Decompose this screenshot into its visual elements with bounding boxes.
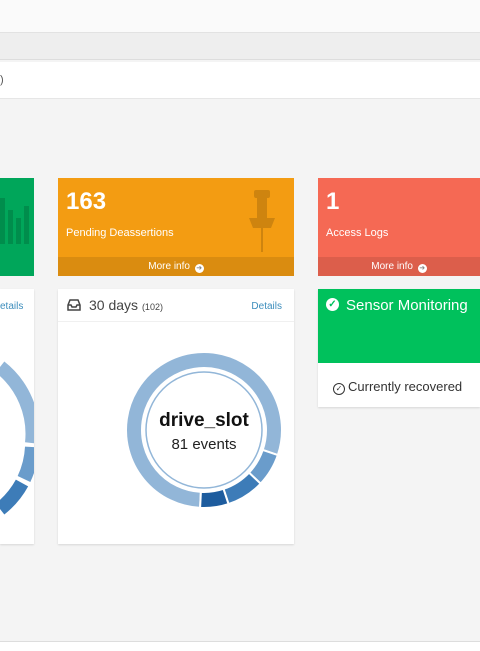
info-box-left [0, 178, 34, 276]
browser-tab-strip [0, 0, 480, 33]
access-logs-box: 1 Access Logs More info ➜ [318, 178, 480, 276]
sensor-status: ✓ Currently recovered [333, 379, 462, 395]
arrow-circle-right-icon: ➜ [194, 264, 204, 273]
pending-more-info-link[interactable]: More info ➜ [58, 257, 294, 276]
pushpin-icon [249, 190, 275, 252]
check-circle-icon: ✓ [326, 298, 339, 311]
pending-count: 163 [66, 188, 107, 215]
more-info-text: More info [371, 261, 413, 272]
sensor-status-text: Currently recovered [348, 379, 463, 394]
address-bar[interactable]: ) [0, 62, 480, 99]
pending-label: Pending Deassertions [66, 227, 174, 239]
access-label: Access Logs [326, 227, 389, 239]
access-more-info-link[interactable]: More info ➜ [318, 257, 480, 276]
donut-slice-3[interactable] [199, 487, 230, 509]
donut-center-title: drive_slot [159, 410, 249, 431]
arrow-circle-right-icon: ➜ [417, 264, 427, 273]
donut-center-subtitle: 81 events [171, 436, 237, 453]
address-text: ) [0, 74, 4, 86]
access-count: 1 [326, 188, 340, 215]
browser-toolbar [0, 33, 480, 60]
sensor-header: ✓ Sensor Monitoring [318, 289, 480, 363]
partial-donut-chart [0, 361, 34, 515]
more-info-text: More info [148, 261, 190, 272]
events-30-days-panel: 30 days (102) Details drive_slot 81 even… [58, 289, 294, 544]
sensor-title: Sensor Monitoring [346, 297, 468, 314]
pending-deassertions-box: 163 Pending Deassertions More info ➜ [58, 178, 294, 276]
left-events-panel: etails [0, 289, 34, 544]
check-circle-outline-icon: ✓ [333, 383, 345, 395]
bar-chart-icon [0, 198, 29, 244]
sensor-monitoring-panel: ✓ Sensor Monitoring ✓ Currently recovered [318, 289, 480, 407]
